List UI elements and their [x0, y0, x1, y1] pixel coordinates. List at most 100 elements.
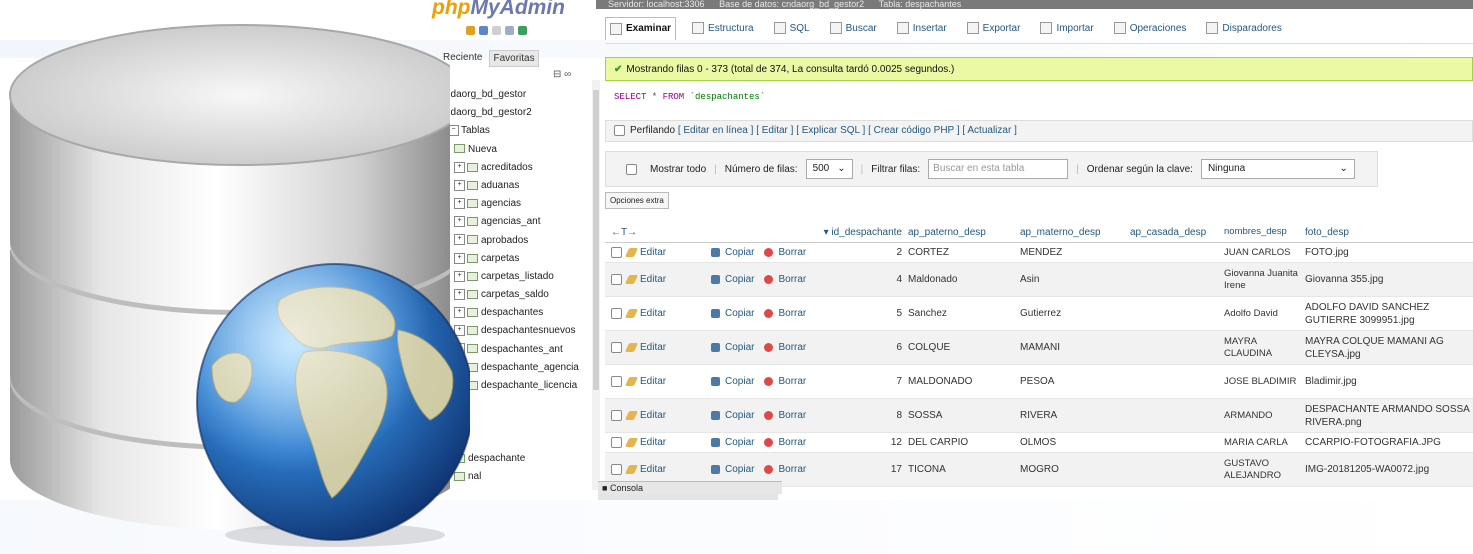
cell-paterno[interactable]: Sanchez [908, 308, 1020, 319]
cell-nombres[interactable]: JUAN CARLOS [1224, 247, 1305, 259]
settings-icon[interactable] [505, 26, 514, 35]
extra-options-button[interactable]: Opciones extra [605, 192, 669, 209]
row-checkbox[interactable] [611, 376, 622, 387]
edit-link[interactable]: Editar [640, 464, 666, 475]
cell-foto[interactable]: Bladimir.jpg [1305, 375, 1473, 388]
tab-search[interactable]: Buscar [826, 17, 881, 39]
cell-materno[interactable]: OLMOS [1020, 437, 1130, 448]
delete-link[interactable]: Borrar [778, 410, 892, 421]
edit-link[interactable]: Editar [640, 376, 666, 387]
tab-sql[interactable]: SQL [770, 17, 814, 39]
cell-foto[interactable]: MAYRA COLQUE MAMANI AG CLEYSA.jpg [1305, 335, 1473, 361]
cell-paterno[interactable]: DEL CARPIO [908, 437, 1020, 448]
header-nombres[interactable]: nombres_desp [1224, 226, 1305, 238]
tab-operations[interactable]: Operaciones [1110, 17, 1191, 39]
row-checkbox[interactable] [611, 410, 622, 421]
cell-nombres[interactable]: Giovanna Juanita Irene [1224, 268, 1305, 292]
copy-link[interactable]: Copiar [725, 464, 754, 475]
edit-link[interactable]: Editar [640, 342, 666, 353]
copy-link[interactable]: Copiar [725, 308, 754, 319]
filter-rows-input[interactable]: Buscar en esta tabla [928, 159, 1069, 179]
tab-favorites[interactable]: Favoritas [489, 50, 539, 67]
cell-foto[interactable]: DESPACHANTE ARMANDO SOSSA RIVERA.png [1305, 403, 1473, 429]
collapse-all-button[interactable]: ⊟ ∞ [553, 69, 571, 80]
delete-link[interactable]: Borrar [778, 342, 892, 353]
copy-link[interactable]: Copiar [725, 437, 754, 448]
delete-link[interactable]: Borrar [778, 308, 892, 319]
docs-icon[interactable] [492, 26, 501, 35]
cell-materno[interactable]: MOGRO [1020, 464, 1130, 475]
cell-paterno[interactable]: SOSSA [908, 410, 1020, 421]
cell-foto[interactable]: Giovanna 355.jpg [1305, 273, 1473, 286]
copy-link[interactable]: Copiar [725, 376, 754, 387]
header-id[interactable]: ▾ id_despachante [711, 227, 908, 238]
edit-link[interactable]: Editar [640, 308, 666, 319]
sort-select[interactable]: Ninguna ⌄ [1200, 159, 1355, 179]
tab-export[interactable]: Exportar [963, 17, 1025, 39]
row-checkbox[interactable] [611, 342, 622, 353]
sql-query[interactable]: SELECT * FROM `despachantes` [614, 92, 765, 102]
query-links[interactable]: [ Editar en línea ] [ Editar ] [ Explica… [678, 125, 1017, 136]
cell-foto[interactable]: IMG-20181205-WA0072.jpg [1305, 463, 1473, 476]
header-casada[interactable]: ap_casada_desp [1130, 227, 1224, 238]
nav-scrollbar[interactable] [592, 80, 600, 490]
horizontal-scrollbar[interactable] [598, 494, 778, 500]
cell-id[interactable]: 12 [891, 437, 908, 448]
show-all-checkbox[interactable] [626, 163, 637, 175]
edit-link[interactable]: Editar [640, 274, 666, 285]
cell-materno[interactable]: RIVERA [1020, 410, 1130, 421]
copy-link[interactable]: Copiar [725, 410, 754, 421]
copy-link[interactable]: Copiar [725, 342, 754, 353]
cell-foto[interactable]: FOTO.jpg [1305, 246, 1473, 259]
cell-materno[interactable]: Gutierrez [1020, 308, 1130, 319]
logout-icon[interactable] [479, 26, 488, 35]
delete-link[interactable]: Borrar [778, 437, 886, 448]
cell-materno[interactable]: MAMANI [1020, 342, 1130, 353]
cell-id[interactable]: 7 [896, 376, 908, 387]
reload-icon[interactable] [518, 26, 527, 35]
tab-browse[interactable]: Examinar [605, 16, 677, 40]
cell-materno[interactable]: MENDEZ [1020, 247, 1130, 258]
header-materno[interactable]: ap_materno_desp [1020, 227, 1130, 238]
cell-paterno[interactable]: COLQUE [908, 342, 1020, 353]
cell-paterno[interactable]: Maldonado [908, 274, 1020, 285]
cell-paterno[interactable]: TICONA [908, 464, 1020, 475]
column-resize-arrows[interactable]: ←T→ [605, 227, 711, 238]
console-toggle[interactable]: ■ Consola [598, 481, 782, 494]
cell-id[interactable]: 17 [891, 464, 908, 475]
breadcrumb-server[interactable]: Servidor: localhost:3306 [608, 0, 705, 9]
cell-materno[interactable]: PESOA [1020, 376, 1130, 387]
cell-id[interactable]: 4 [896, 274, 908, 285]
cell-nombres[interactable]: GUSTAVO ALEJANDRO [1224, 458, 1305, 482]
row-checkbox[interactable] [611, 464, 622, 475]
cell-nombres[interactable]: JOSE BLADIMIR [1224, 376, 1305, 388]
tab-import[interactable]: Importar [1036, 17, 1097, 39]
header-paterno[interactable]: ap_paterno_desp [908, 227, 1020, 238]
cell-foto[interactable]: CCARPIO-FOTOGRAFIA.JPG [1305, 436, 1473, 449]
cell-id[interactable]: 2 [896, 247, 908, 258]
header-foto[interactable]: foto_desp [1305, 226, 1473, 239]
tab-insert[interactable]: Insertar [893, 17, 951, 39]
row-checkbox[interactable] [611, 308, 622, 319]
rows-select[interactable]: 500 ⌄ [805, 159, 853, 179]
cell-id[interactable]: 5 [896, 308, 908, 319]
profiling-checkbox[interactable] [614, 124, 625, 136]
row-checkbox[interactable] [611, 247, 622, 258]
cell-nombres[interactable]: MAYRA CLAUDINA [1224, 336, 1305, 360]
breadcrumb-table[interactable]: Tabla: despachantes [879, 0, 962, 9]
tab-structure[interactable]: Estructura [688, 17, 758, 39]
row-checkbox[interactable] [611, 437, 622, 448]
cell-nombres[interactable]: ARMANDO [1224, 410, 1305, 422]
cell-nombres[interactable]: MARIA CARLA [1224, 437, 1305, 449]
copy-link[interactable]: Copiar [725, 274, 754, 285]
delete-link[interactable]: Borrar [778, 376, 892, 387]
edit-link[interactable]: Editar [640, 437, 666, 448]
cell-materno[interactable]: Asin [1020, 274, 1130, 285]
copy-link[interactable]: Copiar [725, 247, 754, 258]
cell-id[interactable]: 8 [896, 410, 908, 421]
delete-link[interactable]: Borrar [778, 247, 892, 258]
row-checkbox[interactable] [611, 274, 622, 285]
cell-paterno[interactable]: MALDONADO [908, 376, 1020, 387]
delete-link[interactable]: Borrar [778, 464, 886, 475]
cell-paterno[interactable]: CORTEZ [908, 247, 1020, 258]
